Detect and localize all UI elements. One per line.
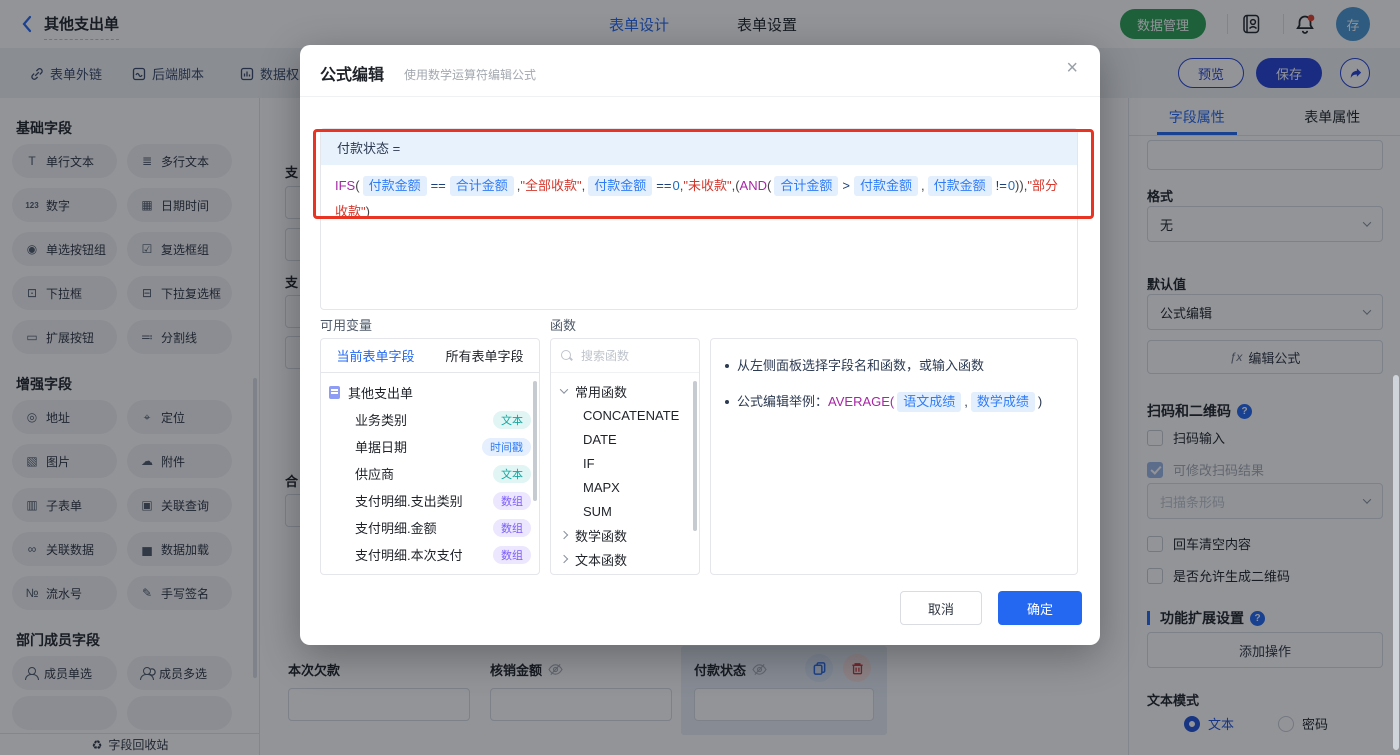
variable-name: 支付明细.本次支付 [355, 548, 463, 563]
formula-token: )), [1015, 178, 1028, 193]
function-name: IF [583, 455, 595, 471]
variable-row-支付明细.本次支付[interactable]: 支付明细.本次支付 数组 [329, 541, 531, 568]
function-group-name: 文本函数 [575, 552, 628, 568]
function-item-CONCATENATE[interactable]: CONCATENATE [561, 403, 689, 427]
formula-token: AND [739, 178, 767, 193]
variables-scrollbar[interactable] [533, 381, 537, 501]
variable-name: 业务类别 [355, 413, 408, 428]
formula-token: 0 [672, 178, 680, 193]
cancel-button[interactable]: 取消 [900, 591, 982, 625]
formula-tips-panel: 从左侧面板选择字段名和函数，或输入函数 公式编辑举例：AVERAGE(语文成绩,… [710, 338, 1078, 575]
formula-target: 付款状态 = [321, 129, 1077, 165]
formula-token: , [920, 178, 925, 193]
confirm-button[interactable]: 确定 [998, 591, 1082, 625]
function-group-name: 常用函数 [575, 384, 628, 400]
chevron-right-icon [559, 530, 569, 540]
variables-tabs: 当前表单字段 所有表单字段 [321, 339, 539, 373]
function-search-input[interactable] [581, 348, 671, 363]
formula-field-chip: 付款金额 [588, 176, 653, 196]
variable-name: 支付明细.支出类别 [355, 494, 463, 509]
function-name: SUM [583, 503, 612, 519]
app: 其他支出单 表单设计 表单设置 数据管理 存 表单外链 后端脚本 数据权限 预览… [0, 0, 1400, 755]
tab-current-form-fields[interactable]: 当前表单字段 [321, 339, 430, 372]
formula-code[interactable]: IFS(付款金额 == 合计金额 ,"全部收款", 付款金额 ==0,"未收款",(AND… [321, 165, 1077, 233]
variable-row-业务类别[interactable]: 业务类别 文本 [329, 406, 531, 433]
variable-type-badge: 数组 [493, 491, 531, 510]
function-name: DATE [583, 431, 617, 447]
formula-token: == [430, 178, 446, 193]
formula-token: ( [766, 178, 772, 193]
tip-example-field-chip: 数学成绩 [970, 392, 1035, 412]
close-icon[interactable]: × [1066, 57, 1078, 80]
function-item-SUM[interactable]: SUM [561, 499, 689, 523]
chevron-down-icon [559, 385, 569, 394]
formula-field-chip: 付款金额 [927, 176, 992, 196]
variables-panel: 当前表单字段 所有表单字段 其他支出单 业务类别 文本 单据日期 时间戳 供应商 文本 支付… [320, 338, 540, 575]
functions-scrollbar[interactable] [693, 381, 697, 531]
formula-token: ) [365, 204, 370, 219]
function-group-文本函数[interactable]: 文本函数 [559, 547, 689, 571]
tip-example: 公式编辑举例：AVERAGE(语文成绩, 数学成绩) [737, 391, 1042, 413]
formula-token: ( [355, 178, 360, 193]
formula-field-chip: 付款金额 [362, 176, 427, 196]
tip-item: 公式编辑举例：AVERAGE(语文成绩, 数学成绩) [725, 391, 1063, 413]
function-item-DATE[interactable]: DATE [561, 427, 689, 451]
function-item-IF[interactable]: IF [561, 451, 689, 475]
formula-token: != [995, 178, 1007, 193]
formula-editor[interactable]: 付款状态 = IFS(付款金额 == 合计金额 ,"全部收款", 付款金额 ==0,"未收… [320, 128, 1078, 310]
variables-field-list: 业务类别 文本 单据日期 时间戳 供应商 文本 支付明细.支出类别 数组 支付明细.金额 数组 支付… [329, 406, 531, 568]
formula-field-chip: 合计金额 [449, 176, 514, 196]
page-scrollbar[interactable] [1393, 375, 1399, 750]
tip-example-prefix: 公式编辑举例： [737, 394, 829, 409]
variable-name: 供应商 [355, 467, 395, 482]
function-group-数学函数[interactable]: 数学函数 [559, 523, 689, 547]
form-doc-icon [329, 386, 340, 399]
function-group-name: 数学函数 [575, 528, 628, 544]
modal-subtitle: 使用数学运算符编辑公式 [404, 68, 537, 82]
functions-panel: 常用函数 CONCATENATE DATE IF MAPX SUM 数学函数文本函数 [550, 338, 700, 575]
formula-token: 0 [1007, 178, 1016, 193]
modal-title: 公式编辑 [320, 67, 385, 84]
variables-tree: 其他支出单 业务类别 文本 单据日期 时间戳 供应商 文本 支付明细.支出类别 数组 支付明细.… [321, 373, 539, 574]
formula-token: "未收款" [683, 178, 732, 193]
tip-example-field-chip: 语文成绩 [897, 392, 962, 412]
formula-field-chip: 付款金额 [853, 176, 918, 196]
variable-type-badge: 数组 [493, 518, 531, 537]
formula-token: ,( [731, 178, 740, 193]
functions-section-label: 函数 [550, 318, 577, 333]
variable-type-badge: 文本 [493, 410, 531, 429]
function-list: 常用函数 CONCATENATE DATE IF MAPX SUM 数学函数文本函数 [551, 373, 699, 574]
variable-row-供应商[interactable]: 供应商 文本 [329, 460, 531, 487]
function-name: CONCATENATE [583, 407, 680, 423]
variable-row-支付明细.金额[interactable]: 支付明细.金额 数组 [329, 514, 531, 541]
function-search [551, 339, 699, 373]
variable-type-badge: 时间戳 [482, 437, 531, 456]
function-name: MAPX [583, 479, 620, 495]
tip-item: 从左侧面板选择字段名和函数，或输入函数 [725, 355, 1063, 377]
variables-section-label: 可用变量 [320, 318, 373, 333]
formula-token: IFS [335, 178, 356, 193]
chevron-right-icon [559, 554, 569, 564]
formula-token: "全部收款" [520, 178, 582, 193]
tab-all-form-fields[interactable]: 所有表单字段 [430, 339, 539, 372]
formula-editor-modal: 公式编辑 使用数学运算符编辑公式 × 付款状态 = IFS(付款金额 == 合计金额… [300, 45, 1100, 645]
formula-token: > [842, 178, 850, 193]
search-icon [561, 349, 573, 362]
variable-type-badge: 数组 [493, 545, 531, 564]
variable-type-badge: 文本 [493, 464, 531, 483]
variable-name: 单据日期 [355, 440, 408, 455]
formula-token: == [656, 178, 672, 193]
function-item-MAPX[interactable]: MAPX [561, 475, 689, 499]
formula-token: , [581, 178, 586, 193]
tip-example-separator: , [964, 394, 968, 409]
variable-row-单据日期[interactable]: 单据日期 时间戳 [329, 433, 531, 460]
variable-name: 支付明细.金额 [355, 521, 437, 536]
tip-example-function: AVERAGE( [828, 394, 895, 409]
modal-header: 公式编辑 使用数学运算符编辑公式 × [300, 45, 1100, 97]
variable-row-支付明细.支出类别[interactable]: 支付明细.支出类别 数组 [329, 487, 531, 514]
function-group-常用函数[interactable]: 常用函数 [559, 379, 689, 403]
formula-field-chip: 合计金额 [774, 176, 839, 196]
variables-root[interactable]: 其他支出单 [329, 379, 531, 406]
tip-example-suffix: ) [1037, 394, 1043, 409]
